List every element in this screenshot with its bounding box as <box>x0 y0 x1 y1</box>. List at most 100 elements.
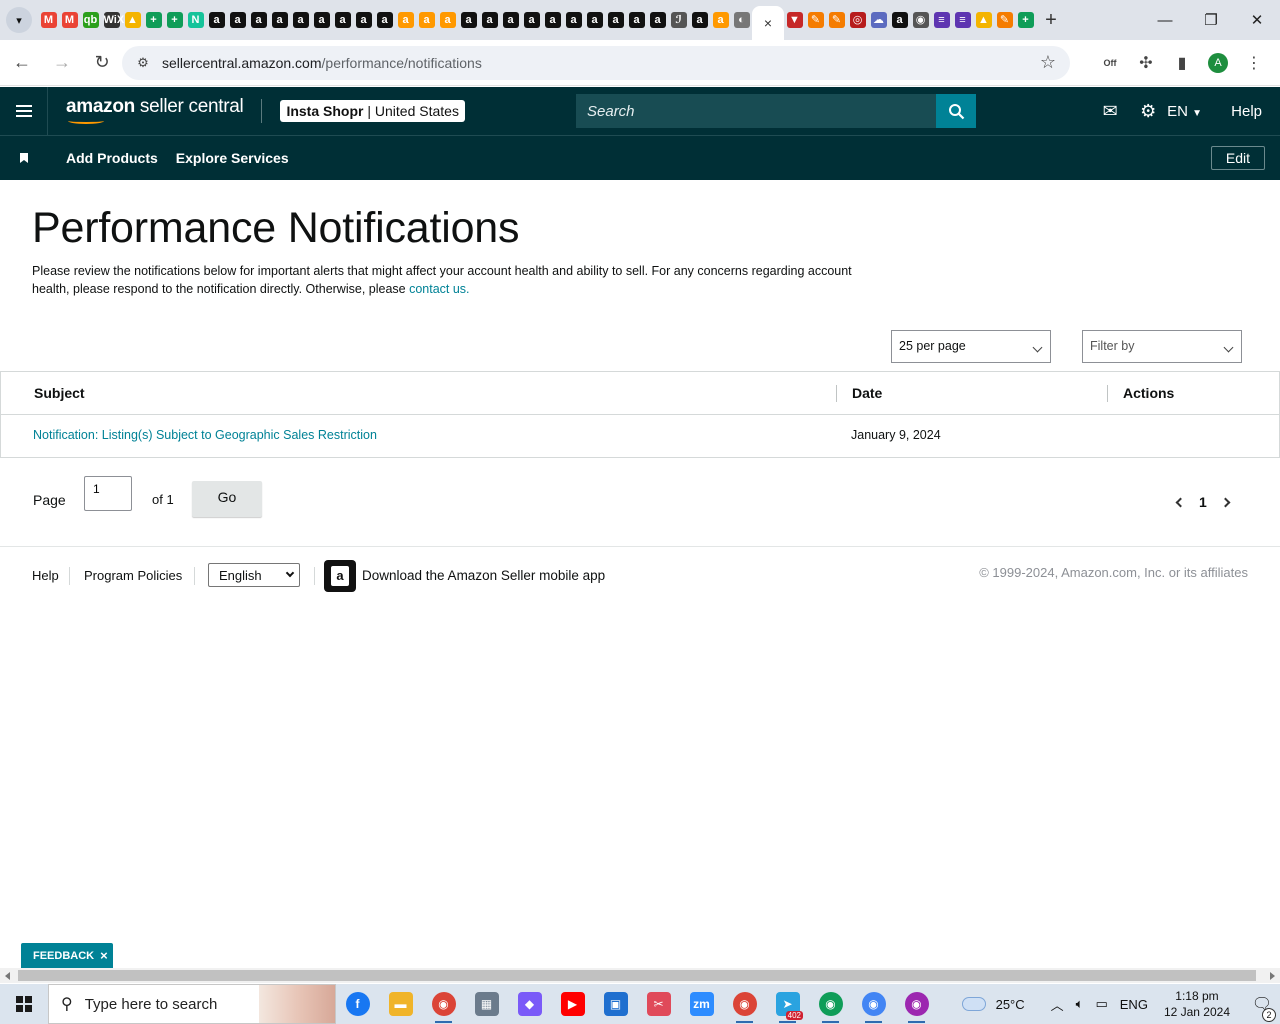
browser-tab[interactable]: a <box>437 0 458 40</box>
browser-tab[interactable]: + <box>143 0 164 40</box>
search-input[interactable] <box>576 94 936 128</box>
browser-tab[interactable]: a <box>605 0 626 40</box>
amazon-seller-app-icon[interactable]: a <box>324 560 356 592</box>
browser-tab[interactable]: N <box>185 0 206 40</box>
browser-tab[interactable]: a <box>227 0 248 40</box>
filter-by-select[interactable]: Filter by <box>1082 330 1242 363</box>
browser-tab[interactable]: ▼ <box>784 0 805 40</box>
browser-tab[interactable]: WiX <box>101 0 124 40</box>
active-tab[interactable]: × <box>752 6 784 40</box>
taskbar-app[interactable]: zm <box>680 984 723 1024</box>
volume-icon[interactable]: 🔈︎ <box>1076 996 1084 1012</box>
browser-tab[interactable]: ☁ <box>868 0 889 40</box>
close-window-icon[interactable]: ✕ <box>1234 0 1280 40</box>
program-policies-link[interactable]: Program Policies <box>84 568 182 583</box>
taskbar-app[interactable]: ➤ 402 <box>766 984 809 1024</box>
nav-explore-services[interactable]: Explore Services <box>176 150 289 166</box>
browser-tab[interactable]: a <box>332 0 353 40</box>
browser-tab[interactable]: a <box>269 0 290 40</box>
extension-off-icon[interactable]: Off <box>1092 45 1128 81</box>
browser-tab[interactable]: a <box>416 0 437 40</box>
browser-tab[interactable]: a <box>647 0 668 40</box>
taskbar-app[interactable]: ◆ <box>508 984 551 1024</box>
browser-tab[interactable]: ▲ <box>973 0 994 40</box>
browser-tab[interactable]: + <box>164 0 185 40</box>
page-number-input[interactable] <box>84 476 132 511</box>
next-page-icon[interactable] <box>1220 497 1231 508</box>
taskbar-app[interactable]: ◉ <box>422 984 465 1024</box>
browser-tab[interactable]: a <box>374 0 395 40</box>
footer-language-select[interactable]: English <box>208 563 300 587</box>
scroll-left-icon[interactable] <box>5 972 10 980</box>
amazon-seller-central-logo[interactable]: amazon seller central <box>66 96 244 126</box>
browser-tab[interactable]: a <box>206 0 227 40</box>
taskbar-app[interactable]: ◉ <box>895 984 938 1024</box>
browser-tab[interactable]: M <box>38 0 59 40</box>
browser-tab[interactable]: a <box>521 0 542 40</box>
column-date[interactable]: Date <box>852 385 882 401</box>
feedback-button[interactable]: FEEDBACK × <box>21 943 113 968</box>
store-switcher[interactable]: Insta Shopr | United States <box>280 100 465 122</box>
browser-tab[interactable]: a <box>710 0 731 40</box>
search-button[interactable] <box>936 94 976 128</box>
footer-help-link[interactable]: Help <box>32 568 59 583</box>
back-arrow-icon[interactable]: ← <box>4 45 40 81</box>
restore-icon[interactable]: ❐ <box>1188 0 1234 40</box>
browser-tab[interactable]: a <box>584 0 605 40</box>
minimize-icon[interactable]: — <box>1142 0 1188 40</box>
browser-tab[interactable]: a <box>542 0 563 40</box>
horizontal-scrollbar[interactable] <box>0 968 1280 983</box>
taskbar-app[interactable]: ▦ <box>465 984 508 1024</box>
settings-gear-icon[interactable]: ⚙ <box>1129 101 1167 122</box>
nav-add-products[interactable]: Add Products <box>66 150 158 166</box>
previous-page-icon[interactable] <box>1175 497 1186 508</box>
scrollbar-thumb[interactable] <box>18 970 1256 981</box>
tab-search-button[interactable]: ▾ <box>0 0 38 40</box>
browser-tab[interactable]: a <box>479 0 500 40</box>
taskbar-app[interactable]: ▬ <box>379 984 422 1024</box>
browser-tab[interactable]: a <box>290 0 311 40</box>
taskbar-app[interactable]: ▣ <box>594 984 637 1024</box>
contact-us-link[interactable]: contact us. <box>409 282 469 296</box>
extensions-puzzle-icon[interactable]: ✣ <box>1128 45 1164 81</box>
start-button[interactable] <box>0 984 48 1024</box>
taskbar-app[interactable]: ▶ <box>551 984 594 1024</box>
browser-tab[interactable]: ◉ <box>910 0 931 40</box>
browser-tab[interactable]: qb <box>80 0 101 40</box>
browser-tab[interactable]: ▲ <box>122 0 143 40</box>
browser-tab[interactable]: a <box>626 0 647 40</box>
bookmark-star-icon[interactable]: ☆ <box>1040 52 1056 73</box>
browser-tab[interactable]: a <box>500 0 521 40</box>
browser-tab[interactable]: ◐ <box>731 0 752 40</box>
profile-avatar[interactable]: A <box>1208 53 1228 73</box>
chevron-up-icon[interactable]: ︿ <box>1051 995 1064 1014</box>
new-tab-button[interactable]: + <box>1036 0 1066 40</box>
taskbar-app[interactable]: ◉ <box>852 984 895 1024</box>
language-selector[interactable]: EN ▼ <box>1167 103 1217 120</box>
more-menu-icon[interactable]: ⋮ <box>1236 45 1272 81</box>
browser-tab[interactable]: ≡ <box>952 0 973 40</box>
browser-tab[interactable]: a <box>689 0 710 40</box>
browser-tab[interactable]: a <box>458 0 479 40</box>
reload-icon[interactable]: ↻ <box>84 45 120 81</box>
browser-tab[interactable]: a <box>563 0 584 40</box>
clock[interactable]: 1:18 pm 12 Jan 2024 <box>1164 988 1230 1020</box>
address-bar[interactable]: ⚙ sellercentral.amazon.com/performance/n… <box>122 46 1070 80</box>
scroll-right-icon[interactable] <box>1270 972 1275 980</box>
notification-center-icon[interactable]: 🗨︎ 2 <box>1244 994 1280 1022</box>
download-app-link[interactable]: Download the Amazon Seller mobile app <box>362 568 605 583</box>
hamburger-menu-icon[interactable] <box>0 87 48 135</box>
per-page-select[interactable]: 25 per page <box>891 330 1051 363</box>
column-subject[interactable]: Subject <box>34 385 85 401</box>
taskbar-search[interactable]: ⚲ Type here to search <box>48 984 336 1024</box>
browser-tab[interactable]: a <box>889 0 910 40</box>
forward-arrow-icon[interactable]: → <box>44 45 80 81</box>
taskbar-app[interactable]: f <box>336 984 379 1024</box>
current-page-number[interactable]: 1 <box>1199 494 1207 510</box>
site-settings-icon[interactable]: ⚙ <box>128 55 158 71</box>
input-language[interactable]: ENG <box>1120 997 1148 1012</box>
bookmark-icon[interactable] <box>0 153 48 163</box>
taskbar-app[interactable]: ✂ <box>637 984 680 1024</box>
browser-tab[interactable]: ℐ <box>668 0 689 40</box>
url-text[interactable]: sellercentral.amazon.com/performance/not… <box>162 55 482 71</box>
